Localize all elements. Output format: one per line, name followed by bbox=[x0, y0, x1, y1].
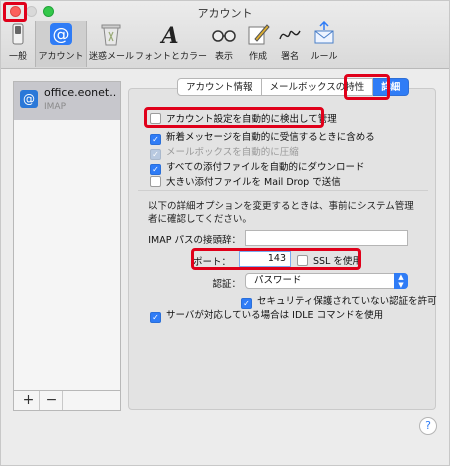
toolbar-item-fonts-colors[interactable]: A フォントとカラー bbox=[135, 21, 208, 67]
toolbar-label: 作成 bbox=[248, 52, 267, 62]
option-label: すべての添付ファイルを自動的にダウンロード bbox=[166, 162, 365, 173]
account-name: office.eonet.. bbox=[44, 86, 117, 99]
glasses-icon bbox=[212, 30, 236, 42]
auto-detect-highlight bbox=[144, 107, 324, 128]
toolbar-label: アカウント bbox=[38, 52, 84, 62]
remove-account-button[interactable]: − bbox=[41, 391, 63, 410]
svg-text:@: @ bbox=[53, 25, 70, 45]
switch-icon bbox=[12, 23, 24, 45]
option-compact-mailboxes: ✓ メールボックスを自動的に圧縮 bbox=[150, 144, 299, 160]
divider bbox=[138, 190, 428, 191]
option-label: 大きい添付ファイルを Mail Drop で送信 bbox=[166, 177, 341, 188]
auth-label: 認証： bbox=[212, 279, 241, 290]
toolbar-item-rules[interactable]: ルール bbox=[307, 21, 341, 67]
font-icon: A bbox=[159, 23, 178, 47]
option-download-attachments[interactable]: ✓ すべての添付ファイルを自動的にダウンロード bbox=[150, 159, 365, 175]
toolbar-item-composing[interactable]: 作成 bbox=[243, 21, 273, 67]
advanced-tab-highlight bbox=[344, 74, 390, 100]
toolbar-item-junk-mail[interactable]: 迷惑メール bbox=[89, 21, 135, 67]
option-mail-drop[interactable]: 大きい添付ファイルを Mail Drop で送信 bbox=[150, 174, 341, 188]
advanced-warning-text: 以下の詳細オプションを変更するときは、事前にシステム管理者に確認してください。 bbox=[148, 201, 414, 225]
toolbar-label: ルール bbox=[310, 52, 338, 62]
option-idle-command[interactable]: ✓ サーバが対応している場合は IDLE コマンドを使用 bbox=[150, 307, 384, 323]
trash-icon bbox=[101, 24, 121, 46]
toolbar-item-signatures[interactable]: 署名 bbox=[275, 21, 305, 67]
account-list-item[interactable]: @ office.eonet.. IMAP bbox=[14, 82, 120, 120]
mail-preferences-window: アカウント 一般 @ アカウント 迷惑メール A フォントとカラー 表示 作成 … bbox=[0, 0, 450, 466]
titlebar: アカウント 一般 @ アカウント 迷惑メール A フォントとカラー 表示 作成 … bbox=[1, 1, 449, 69]
account-list: @ office.eonet.. IMAP bbox=[13, 81, 121, 411]
option-label: セキュリティ保護されていない認証を許可 bbox=[257, 296, 437, 307]
account-type: IMAP bbox=[44, 102, 67, 112]
compose-icon bbox=[248, 24, 270, 45]
toolbar-item-accounts[interactable]: @ アカウント bbox=[35, 21, 87, 67]
auth-select[interactable]: パスワード ▲ ▼ bbox=[245, 273, 408, 289]
option-label: メールボックスを自動的に圧縮 bbox=[166, 147, 299, 158]
signature-icon bbox=[279, 30, 301, 40]
imap-prefix-input[interactable] bbox=[245, 230, 408, 246]
at-icon: @ bbox=[50, 23, 72, 45]
at-icon: @ bbox=[20, 90, 38, 108]
option-label: 新着メッセージを自動的に受信するときに含める bbox=[166, 132, 375, 143]
preferences-toolbar: 一般 @ アカウント 迷惑メール A フォントとカラー 表示 作成 署名 ルール bbox=[1, 19, 449, 69]
svg-text:A: A bbox=[159, 23, 178, 47]
option-allow-insecure-auth[interactable]: ✓ セキュリティ保護されていない認証を許可 bbox=[241, 293, 437, 309]
option-label: サーバが対応している場合は IDLE コマンドを使用 bbox=[166, 310, 384, 321]
toolbar-label: 迷惑メール bbox=[89, 52, 135, 62]
option-include-new-messages[interactable]: ✓ 新着メッセージを自動的に受信するときに含める bbox=[150, 129, 375, 145]
checkbox-mail-drop[interactable] bbox=[150, 176, 161, 187]
checkbox-idle-command[interactable]: ✓ bbox=[150, 312, 161, 323]
chevron-updown-icon: ▲ ▼ bbox=[394, 273, 408, 289]
toolbar-item-viewing[interactable]: 表示 bbox=[209, 21, 239, 67]
tab-account-info[interactable]: アカウント情報 bbox=[177, 78, 262, 96]
add-account-button[interactable]: + bbox=[18, 391, 40, 410]
zoom-window-button[interactable] bbox=[43, 6, 54, 17]
toolbar-label: フォントとカラー bbox=[135, 52, 208, 62]
rules-icon bbox=[314, 21, 334, 44]
minimize-window-button[interactable] bbox=[26, 6, 37, 17]
toolbar-item-general[interactable]: 一般 bbox=[5, 21, 31, 67]
imap-prefix-label: IMAP パスの接頭辞： bbox=[148, 235, 241, 246]
auth-select-value: パスワード bbox=[254, 275, 302, 286]
help-button[interactable]: ? bbox=[419, 417, 437, 435]
toolbar-label: 署名 bbox=[280, 52, 299, 62]
toolbar-label: 一般 bbox=[8, 52, 27, 62]
account-list-footer: + − bbox=[13, 390, 121, 411]
toolbar-label: 表示 bbox=[214, 52, 233, 62]
port-ssl-highlight bbox=[191, 248, 361, 270]
